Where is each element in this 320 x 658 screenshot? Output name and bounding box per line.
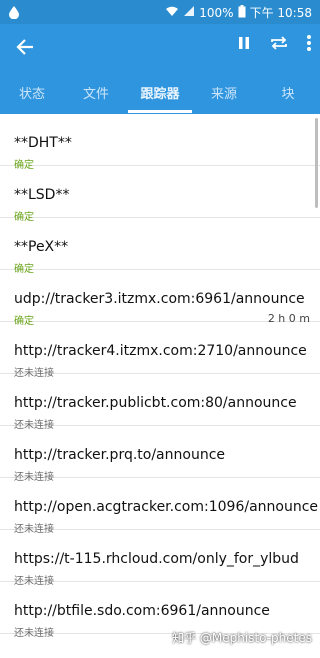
tracker-url: **PeX**: [14, 239, 69, 255]
tracker-url: https://t-115.rhcloud.com/only_for_ylbud: [14, 551, 299, 567]
back-button[interactable]: [12, 34, 38, 60]
tab-pieces[interactable]: 块: [256, 70, 320, 114]
tracker-url: udp://tracker3.itzmx.com:6961/announce: [14, 291, 305, 307]
tracker-item[interactable]: http://btfile.sdo.com:6961/announce 还未连接: [0, 582, 320, 639]
pause-icon: [239, 37, 249, 49]
tracker-url: **LSD**: [14, 187, 70, 203]
tab-sources[interactable]: 来源: [192, 70, 256, 114]
tracker-item[interactable]: https://t-115.rhcloud.com/only_for_ylbud…: [0, 530, 320, 587]
app-bar: [0, 24, 320, 70]
tracker-item[interactable]: udp://tracker3.itzmx.com:6961/announce 确…: [0, 270, 320, 327]
active-tab-indicator: [128, 110, 192, 113]
tracker-list[interactable]: **DHT** 确定 **LSD** 确定 **PeX** 确定 udp://t…: [0, 114, 320, 658]
tracker-item[interactable]: http://tracker.prq.to/announce 还未连接: [0, 426, 320, 483]
more-options-button[interactable]: [306, 34, 312, 56]
repeat-button[interactable]: [270, 34, 288, 56]
clock: 下午 10:58: [249, 6, 312, 20]
tracker-item[interactable]: **LSD** 确定: [0, 166, 320, 223]
more-vert-icon: [307, 35, 311, 51]
tracker-item[interactable]: http://tracker4.itzmx.com:2710/announce …: [0, 322, 320, 379]
tracker-item[interactable]: **PeX** 确定: [0, 218, 320, 275]
tab-files[interactable]: 文件: [64, 70, 128, 114]
tab-trackers[interactable]: 跟踪器: [128, 70, 192, 114]
tracker-url: http://tracker4.itzmx.com:2710/announce: [14, 343, 307, 359]
signal-icon: [183, 5, 195, 20]
repeat-icon: [271, 36, 287, 50]
pause-button[interactable]: [236, 35, 252, 55]
watermark: 知乎 @Mephisto-phetes: [172, 631, 312, 645]
water-drop-icon: [8, 4, 20, 23]
tracker-url: http://btfile.sdo.com:6961/announce: [14, 603, 270, 619]
tracker-item[interactable]: http://open.acgtracker.com:1096/announce…: [0, 478, 320, 535]
tracker-url: http://tracker.prq.to/announce: [14, 447, 226, 463]
tab-status[interactable]: 状态: [0, 70, 64, 114]
tracker-url: http://tracker.publicbt.com:80/announce: [14, 395, 297, 411]
status-bar: 100% 下午 10:58: [0, 0, 320, 24]
battery-percent: 100%: [199, 5, 234, 20]
arrow-back-icon: [16, 39, 33, 55]
scrollbar[interactable]: [315, 118, 318, 208]
tracker-url: http://open.acgtracker.com:1096/announce: [14, 499, 319, 515]
tracker-item[interactable]: **DHT** 确定: [0, 114, 320, 171]
wifi-icon: [165, 5, 179, 20]
tracker-status: 还未连接: [14, 628, 54, 639]
battery-icon: [238, 4, 246, 21]
tracker-item[interactable]: http://tracker.publicbt.com:80/announce …: [0, 374, 320, 431]
tab-bar: 状态 文件 跟踪器 来源 块: [0, 70, 320, 114]
tracker-url: **DHT**: [14, 135, 72, 151]
